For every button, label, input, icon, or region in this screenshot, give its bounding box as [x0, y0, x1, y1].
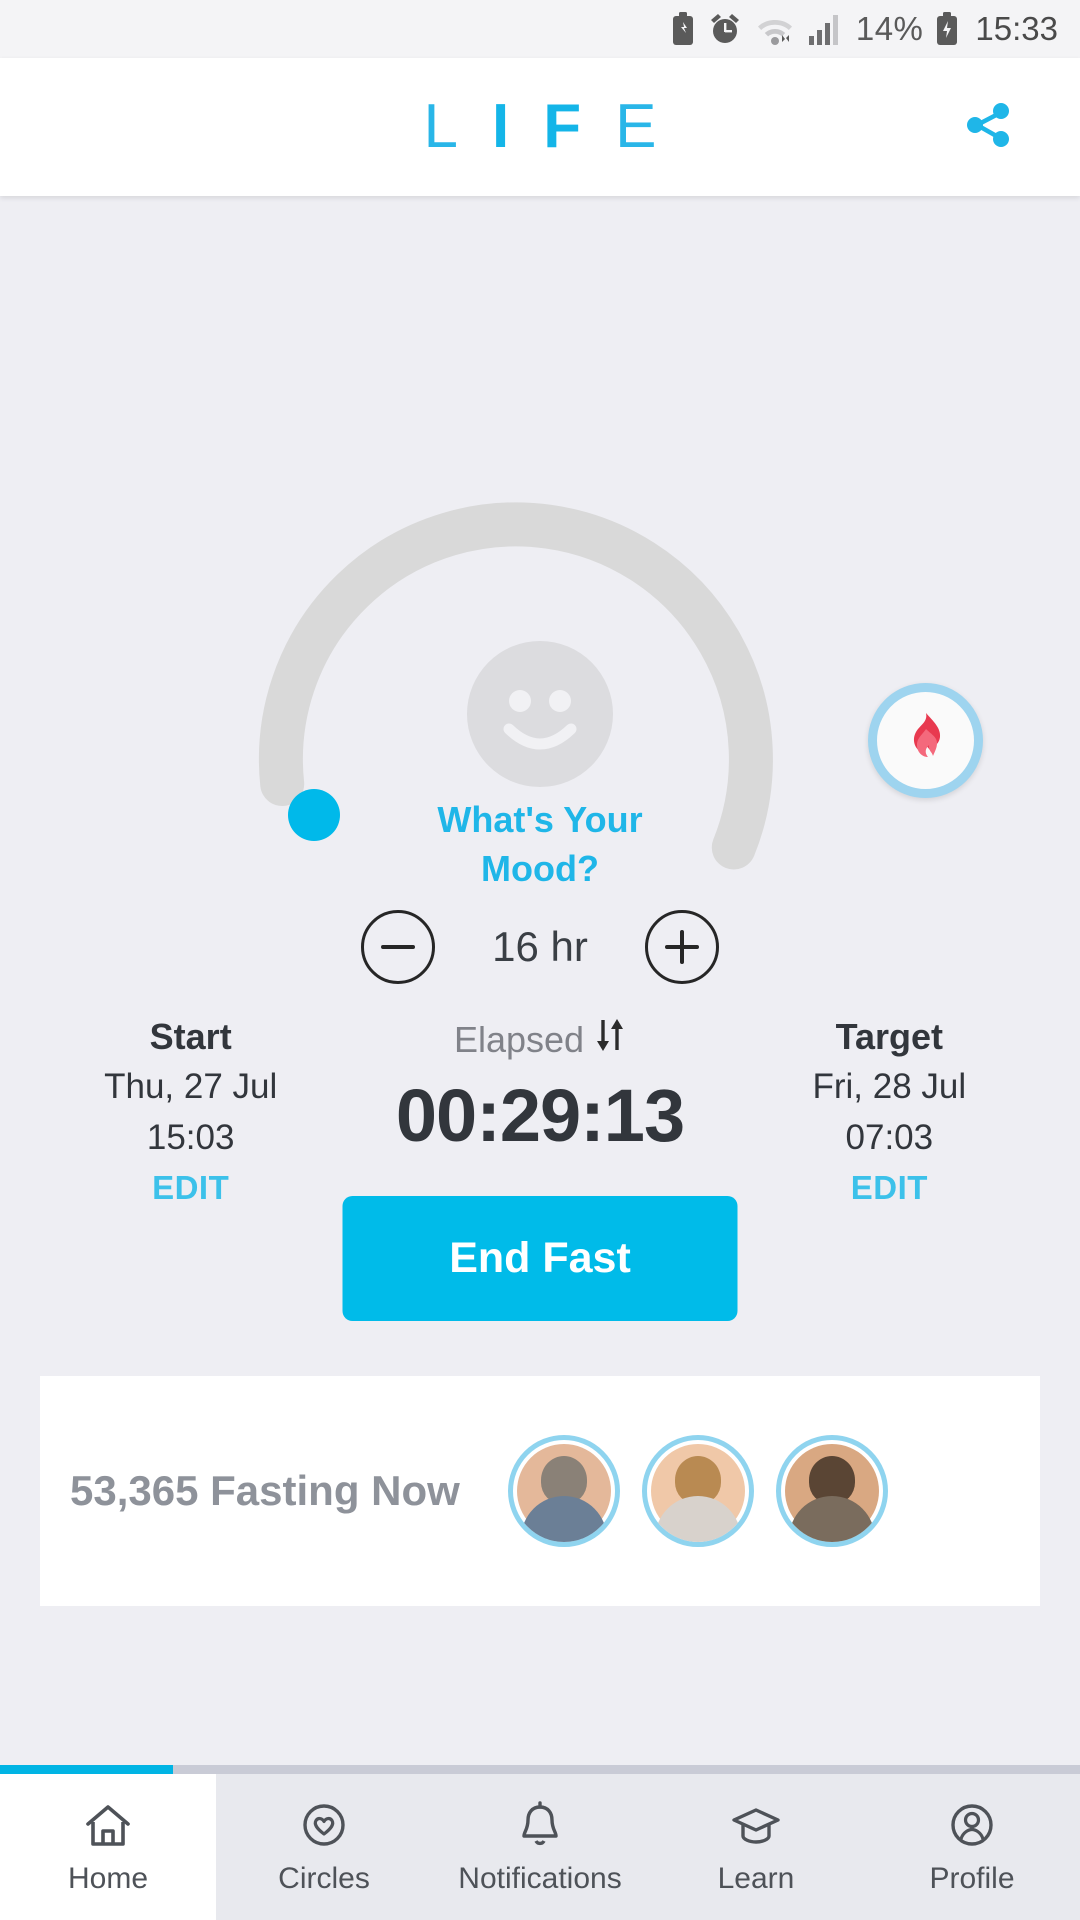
mood-prompt-line1: What's Your — [437, 799, 643, 840]
page-progress-strip — [0, 1765, 1080, 1774]
page-progress-fill — [0, 1765, 173, 1774]
smiley-face-icon — [467, 641, 613, 791]
nav-label-home: Home — [67, 1862, 149, 1895]
elapsed-column: Elapsed 00:29:13 — [333, 1016, 746, 1158]
app-header: L I F E — [0, 58, 1080, 196]
elapsed-label-text: Elapsed — [453, 1018, 585, 1060]
nav-label-circles: Circles — [278, 1862, 370, 1895]
alarm-clock-icon — [708, 12, 742, 46]
plus-icon-vertical — [680, 930, 684, 964]
graduation-cap-icon — [728, 1798, 784, 1854]
battery-saver-icon — [670, 12, 696, 46]
share-icon — [957, 95, 1017, 160]
nav-item-home[interactable]: Home — [0, 1774, 216, 1920]
mood-smiley-button[interactable] — [467, 641, 613, 787]
logo-letter-l: L — [423, 92, 458, 161]
minus-icon — [381, 945, 415, 949]
start-date: Thu, 27 Jul — [104, 1067, 278, 1106]
heart-circle-icon — [296, 1798, 352, 1854]
start-column: Start Thu, 27 Jul 15:03 EDIT — [48, 1016, 333, 1207]
nav-item-notifications[interactable]: Notifications — [432, 1774, 648, 1920]
app-logo: L I F E — [424, 96, 657, 158]
target-title: Target — [835, 1016, 943, 1057]
user-circle-icon — [944, 1798, 1000, 1854]
nav-label-learn: Learn — [717, 1862, 795, 1895]
duration-value: 16 hr — [492, 923, 588, 970]
logo-letter-e: E — [615, 92, 657, 161]
avatar[interactable] — [641, 1435, 754, 1547]
home-icon — [80, 1798, 136, 1854]
fasting-now-count: 53,365 Fasting Now — [70, 1467, 460, 1514]
avatar[interactable] — [507, 1435, 620, 1547]
edit-target-button[interactable]: EDIT — [747, 1169, 1032, 1207]
start-time: 15:03 — [146, 1117, 235, 1157]
target-time: 07:03 — [845, 1117, 934, 1157]
avatar-list — [507, 1435, 888, 1547]
battery-percent-label: 14% — [855, 10, 924, 47]
elapsed-toggle[interactable]: Elapsed — [333, 1016, 746, 1063]
status-bar: 14% 15:33 — [0, 0, 1080, 58]
fasting-stage-flame-badge[interactable] — [868, 683, 983, 798]
community-card[interactable]: 53,365 Fasting Now — [40, 1376, 1040, 1606]
battery-charging-icon — [935, 12, 959, 46]
bell-icon — [512, 1798, 568, 1854]
wifi-icon — [754, 12, 796, 46]
target-column: Target Fri, 28 Jul 07:03 EDIT — [747, 1016, 1032, 1207]
bottom-navigation: Home Circles Notifications Learn Profile — [0, 1774, 1080, 1920]
nav-label-notifications: Notifications — [458, 1862, 622, 1895]
duration-stepper: 16 hr — [0, 910, 1080, 984]
flame-icon — [895, 707, 957, 774]
nav-item-circles[interactable]: Circles — [216, 1774, 432, 1920]
logo-letter-f: F — [543, 92, 582, 161]
main-content: What's Your Mood? 16 hr Start Thu, 27 Ju… — [0, 196, 1080, 1920]
signal-bars-icon — [808, 12, 844, 46]
ring-start-dot — [288, 789, 340, 841]
fast-summary-row: Start Thu, 27 Jul 15:03 EDIT Elapsed 00:… — [0, 1016, 1080, 1207]
nav-label-profile: Profile — [929, 1862, 1015, 1895]
end-fast-button[interactable]: End Fast — [342, 1196, 738, 1321]
share-button[interactable] — [952, 92, 1022, 162]
nav-item-learn[interactable]: Learn — [648, 1774, 864, 1920]
mood-prompt[interactable]: What's Your Mood? — [400, 796, 680, 893]
increase-duration-button[interactable] — [645, 910, 719, 984]
status-clock: 15:33 — [975, 10, 1058, 47]
edit-start-button[interactable]: EDIT — [48, 1169, 333, 1207]
swap-arrows-icon — [594, 1016, 626, 1063]
avatar[interactable] — [775, 1435, 888, 1547]
start-title: Start — [149, 1016, 232, 1057]
elapsed-timer: 00:29:13 — [395, 1074, 685, 1157]
target-date: Fri, 28 Jul — [812, 1067, 967, 1106]
nav-item-profile[interactable]: Profile — [864, 1774, 1080, 1920]
mood-prompt-line2: Mood? — [481, 847, 599, 889]
decrease-duration-button[interactable] — [361, 910, 435, 984]
logo-letter-i: I — [492, 92, 510, 161]
